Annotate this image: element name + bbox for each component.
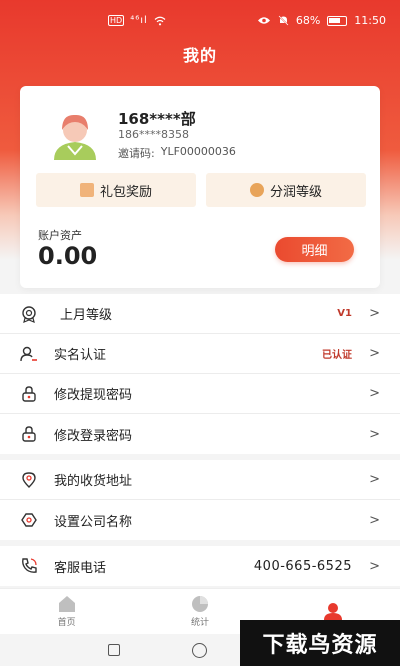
avatar[interactable] — [50, 110, 100, 160]
asset-label: 账户资产 — [38, 229, 82, 242]
menu-label: 我的收货地址 — [54, 474, 133, 489]
clock-time: 11:50 — [354, 14, 386, 27]
menu-label: 设置公司名称 — [54, 514, 133, 530]
gift-reward-button[interactable]: 礼包奖励 — [36, 173, 196, 207]
mute-icon — [278, 15, 289, 26]
status-left: HD ⁴⁶ıl — [108, 15, 166, 26]
eye-icon — [257, 17, 270, 24]
action-row: 礼包奖励 分润等级 — [36, 173, 366, 207]
menu-label: 修改提现密码 — [54, 388, 133, 403]
level-value: V1 — [337, 308, 352, 319]
share-level-label: 分润等级 — [269, 184, 322, 200]
detail-button[interactable]: 明细 — [275, 237, 354, 262]
menu-item-customer-service[interactable]: 客服电话 400-665-6525 > — [0, 546, 400, 586]
phone-icon — [22, 558, 37, 573]
menu-label: 修改登录密码 — [54, 428, 133, 444]
recents-button[interactable] — [108, 644, 120, 656]
gift-reward-label: 礼包奖励 — [99, 184, 152, 200]
verification-status: 已认证 — [322, 350, 352, 361]
watermark: 下载鸟资源 — [240, 620, 400, 666]
battery-percent: 68% — [295, 14, 321, 27]
invite-label: 邀请码: — [118, 147, 155, 160]
menu-group-support: 客服电话 400-665-6525 > — [0, 546, 400, 586]
chevron-right-icon: > — [369, 426, 380, 442]
share-level-button[interactable]: 分润等级 — [206, 173, 366, 207]
profile-card: 168****部 186****8358 邀请码: YLF00000036 礼包… — [20, 86, 380, 288]
battery-icon — [327, 15, 348, 26]
page-title: 我的 — [182, 46, 217, 65]
badge-icon — [22, 306, 36, 323]
menu-item-login-password[interactable]: 修改登录密码 > — [0, 414, 400, 454]
service-phone[interactable]: 400-665-6525 — [254, 559, 352, 574]
location-icon — [22, 472, 36, 488]
lock-icon — [22, 426, 36, 442]
user-name: 168****部 — [118, 110, 196, 128]
home-icon — [58, 596, 75, 612]
tab-label: 统计 — [190, 618, 209, 628]
menu-item-withdraw-password[interactable]: 修改提现密码 > — [0, 374, 400, 414]
chevron-right-icon: > — [369, 386, 380, 401]
tab-home[interactable]: 首页 — [0, 589, 133, 634]
user-phone: 186****8358 — [118, 128, 189, 141]
chevron-right-icon: > — [369, 306, 380, 321]
chevron-right-icon: > — [369, 558, 380, 574]
money-bag-icon — [249, 183, 264, 197]
menu-item-company-name[interactable]: 设置公司名称 > — [0, 500, 400, 540]
status-bar: HD ⁴⁶ıl 68% 11:50 — [0, 0, 400, 44]
invite-code-row: 邀请码: YLF00000036 — [118, 145, 236, 161]
menu-label: 上月等级 — [60, 308, 113, 323]
chevron-right-icon: > — [369, 346, 380, 361]
company-icon — [21, 513, 37, 527]
user-check-icon — [20, 346, 37, 362]
lock-icon — [22, 386, 36, 402]
gift-icon — [79, 183, 94, 197]
user-icon — [324, 602, 343, 620]
menu-item-real-name[interactable]: 实名认证 已认证 > — [0, 334, 400, 374]
hd-icon: HD — [108, 15, 125, 26]
chevron-right-icon: > — [369, 512, 380, 528]
menu-label: 实名认证 — [54, 348, 107, 363]
menu-item-shipping-address[interactable]: 我的收货地址 > — [0, 460, 400, 500]
invite-code[interactable]: YLF00000036 — [161, 145, 236, 161]
menu-group-settings: 我的收货地址 > 设置公司名称 > — [0, 460, 400, 540]
home-button[interactable] — [192, 643, 207, 658]
asset-value: 0.00 — [38, 242, 98, 270]
menu-group-account: 上月等级 V1 > 实名认证 已认证 > 修改提现密码 > 修改登录密码 > — [0, 294, 400, 454]
wifi-icon — [154, 16, 166, 25]
tab-label: 首页 — [57, 618, 76, 628]
status-right: 68% 11:50 — [257, 14, 386, 27]
pie-chart-icon — [191, 596, 208, 612]
signal-icon: ⁴⁶ıl — [130, 15, 148, 26]
chevron-right-icon: > — [369, 472, 380, 487]
menu-label: 客服电话 — [54, 560, 107, 576]
menu-item-last-month-level[interactable]: 上月等级 V1 > — [0, 294, 400, 334]
